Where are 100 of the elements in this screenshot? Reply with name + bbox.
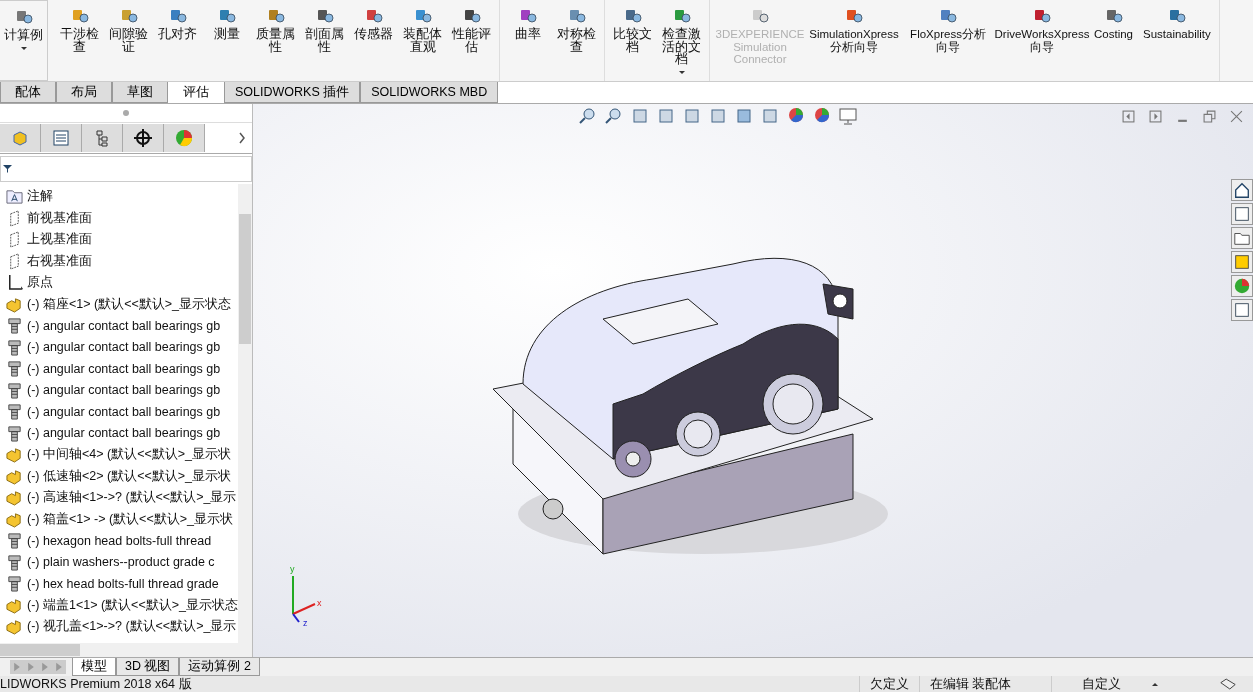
tool-button[interactable]: 质量属性 bbox=[252, 6, 299, 81]
tree-item[interactable]: 原点 bbox=[0, 272, 238, 294]
subassembly-icon bbox=[6, 295, 23, 313]
origin-icon bbox=[6, 274, 23, 292]
tree-item-label: (-) hexagon head bolts-full thread bbox=[27, 533, 212, 548]
model-view-tab[interactable]: 3D 视图 bbox=[116, 658, 180, 676]
tree-item[interactable]: 前视基准面 bbox=[0, 207, 238, 229]
tool-button[interactable]: FloXpress分析向导 bbox=[902, 6, 994, 81]
tool-button[interactable]: 性能评估 bbox=[448, 6, 495, 81]
chevron-right-icon[interactable] bbox=[238, 132, 246, 144]
tool-button[interactable]: 剖面属性 bbox=[301, 6, 348, 81]
tool-button[interactable]: 对称检查 bbox=[553, 6, 600, 81]
crosshair-tab-icon[interactable] bbox=[123, 124, 164, 152]
home-icon[interactable] bbox=[1231, 179, 1253, 201]
appearance-icon[interactable] bbox=[1231, 275, 1253, 297]
tree-item[interactable]: (-) 中间轴<4> (默认<<默认>_显示状 bbox=[0, 444, 238, 466]
ribbon-tab[interactable]: SOLIDWORKS MBD bbox=[360, 82, 499, 103]
zoom-area-icon[interactable] bbox=[604, 106, 624, 126]
tree-item-label: (-) angular contact ball bearings gb bbox=[27, 340, 221, 355]
tree-item[interactable]: (-) angular contact ball bearings gb bbox=[0, 315, 238, 337]
tool-button[interactable]: 比较文档 bbox=[609, 6, 656, 81]
tree-item-label: (-) angular contact ball bearings gb bbox=[27, 426, 221, 441]
tool-button[interactable]: 测量 bbox=[203, 6, 250, 81]
tree-item-label: (-) angular contact ball bearings gb bbox=[27, 404, 221, 419]
tree-item-label: (-) 高速轴<1>->? (默认<<默认>_显示 bbox=[27, 489, 237, 507]
ribbon-tab[interactable]: 布局 bbox=[56, 82, 112, 103]
bolt-icon bbox=[6, 360, 23, 378]
tree-item[interactable]: (-) hex head bolts-full thread grade bbox=[0, 573, 238, 595]
subassembly-icon bbox=[6, 596, 23, 614]
units-selector[interactable]: 自定义 bbox=[1051, 675, 1151, 692]
tree-item[interactable]: 上视基准面 bbox=[0, 229, 238, 251]
tree-item[interactable]: (-) angular contact ball bearings gb bbox=[0, 401, 238, 423]
feature-tree-tab-icon[interactable] bbox=[0, 124, 41, 152]
tree-item-label: (-) plain washers--product grade c bbox=[27, 555, 215, 570]
tree-item-label: (-) 端盖1<1> (默认<<默认>_显示状态 bbox=[27, 596, 238, 614]
tree-item-label: (-) angular contact ball bearings gb bbox=[27, 318, 221, 333]
tool-button[interactable]: DriveWorksXpress向导 bbox=[996, 6, 1088, 81]
ribbon-tab[interactable]: 配体 bbox=[0, 82, 56, 103]
tree-item[interactable]: (-) plain washers--product grade c bbox=[0, 551, 238, 573]
tree-item[interactable]: (-) 端盖1<1> (默认<<默认>_显示状态 bbox=[0, 594, 238, 616]
filter-field[interactable] bbox=[0, 156, 252, 182]
tool-button[interactable]: 传感器 bbox=[350, 6, 397, 81]
previous-tile-icon[interactable] bbox=[1122, 110, 1135, 123]
property-list-tab-icon[interactable] bbox=[41, 124, 82, 152]
tool-button[interactable]: Sustainability bbox=[1139, 6, 1215, 81]
tool-button[interactable]: 干涉检查 bbox=[56, 6, 103, 81]
tool-button[interactable]: Costing bbox=[1090, 6, 1137, 81]
editing-status: 在编辑 装配体 bbox=[918, 675, 1021, 692]
bolt-icon bbox=[6, 532, 23, 550]
tree-item[interactable]: 右视基准面 bbox=[0, 250, 238, 272]
tree-item[interactable]: (-) angular contact ball bearings gb bbox=[0, 422, 238, 444]
tree-item-label: (-) hex head bolts-full thread grade bbox=[27, 576, 219, 591]
caret-up-icon[interactable] bbox=[1151, 681, 1159, 687]
vertical-scrollbar[interactable] bbox=[238, 184, 252, 643]
zoom-fit-icon[interactable] bbox=[578, 106, 598, 126]
subassembly-icon bbox=[6, 510, 23, 528]
tool-button[interactable]: 曲率 bbox=[504, 6, 551, 81]
tree-item[interactable]: (-) 箱盖<1> -> (默认<<默认>_显示状 bbox=[0, 508, 238, 530]
product-label: LIDWORKS Premium 2018 x64 版 bbox=[0, 675, 192, 692]
tree-item[interactable]: (-) angular contact ball bearings gb bbox=[0, 358, 238, 380]
tree-item[interactable]: (-) 高速轴<1>->? (默认<<默认>_显示 bbox=[0, 487, 238, 509]
tree-item[interactable]: (-) angular contact ball bearings gb bbox=[0, 379, 238, 401]
model-view-tab[interactable]: 运动算例 2 bbox=[179, 658, 260, 676]
restore-icon[interactable] bbox=[1203, 110, 1216, 123]
ribbon-tab[interactable]: 草图 bbox=[112, 82, 168, 103]
close-icon[interactable] bbox=[1230, 110, 1243, 123]
bolt-icon bbox=[6, 575, 23, 593]
tree-item-label: 上视基准面 bbox=[27, 231, 92, 249]
tree-item-label: 注解 bbox=[27, 188, 53, 206]
tree-item-label: (-) 箱盖<1> -> (默认<<默认>_显示状 bbox=[27, 510, 233, 528]
tool-button[interactable]: 孔对齐 bbox=[154, 6, 201, 81]
tree-item[interactable]: (-) 视孔盖<1>->? (默认<<默认>_显示 bbox=[0, 616, 238, 638]
y-axis-label: y bbox=[290, 564, 295, 574]
tree-item-label: 右视基准面 bbox=[27, 252, 92, 270]
tree-item[interactable]: (-) angular contact ball bearings gb bbox=[0, 336, 238, 358]
bolt-icon bbox=[6, 338, 23, 356]
tool-button[interactable]: 间隙验证 bbox=[105, 6, 152, 81]
display-settings-icon[interactable] bbox=[838, 106, 858, 126]
subassembly-icon bbox=[6, 446, 23, 464]
tree-item-label: (-) 视孔盖<1>->? (默认<<默认>_显示 bbox=[27, 618, 237, 636]
tree-item[interactable]: (-) 箱座<1> (默认<<默认>_显示状态 bbox=[0, 293, 238, 315]
tree-item[interactable]: (-) 低速轴<2> (默认<<默认>_显示状 bbox=[0, 465, 238, 487]
z-axis-label: z bbox=[303, 618, 308, 628]
folder-icon[interactable] bbox=[1231, 227, 1253, 249]
tool-button[interactable]: 装配体直观 bbox=[399, 6, 446, 81]
horizontal-scrollbar[interactable] bbox=[0, 643, 252, 657]
tree-item-label: 前视基准面 bbox=[27, 209, 92, 227]
tree-item[interactable]: (-) hexagon head bolts-full thread bbox=[0, 530, 238, 552]
next-tile-icon[interactable] bbox=[1149, 110, 1162, 123]
subassembly-icon bbox=[6, 618, 23, 636]
ribbon-tab[interactable]: SOLIDWORKS 插件 bbox=[224, 82, 361, 103]
tab-scroll-icon[interactable] bbox=[52, 660, 66, 674]
splitter-handle[interactable] bbox=[123, 110, 129, 116]
tree-item-label: (-) 箱座<1> (默认<<默认>_显示状态 bbox=[27, 295, 231, 313]
tool-button[interactable]: SimulationXpress分析向导 bbox=[808, 6, 900, 81]
tree-item[interactable]: 注解 bbox=[0, 186, 238, 208]
annotation-folder-icon bbox=[6, 188, 23, 206]
tool-button[interactable]: 检查激活的文档 bbox=[658, 6, 705, 81]
model-view-tab[interactable]: 模型 bbox=[72, 658, 116, 676]
tab-scroll-icon[interactable] bbox=[10, 660, 24, 674]
